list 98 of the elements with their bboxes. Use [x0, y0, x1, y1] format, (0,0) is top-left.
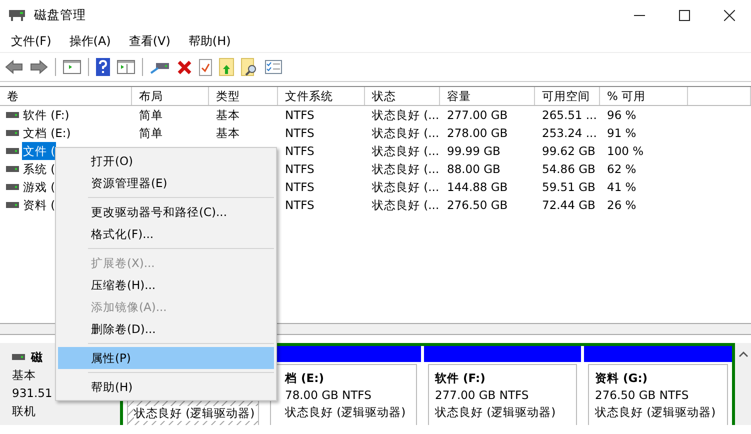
- checked-document-icon[interactable]: [199, 58, 212, 76]
- context-menu-item[interactable]: 属性(P): [58, 347, 274, 369]
- help-icon[interactable]: [96, 58, 110, 76]
- table-cell-text: 276.50 GB: [447, 197, 508, 214]
- menu-item[interactable]: 文件(F): [2, 32, 60, 50]
- partition-status: 状态良好 (逻辑驱动器): [435, 405, 557, 420]
- scrollbar[interactable]: [735, 343, 751, 425]
- disk-state: 联机: [12, 403, 36, 419]
- partition-card[interactable]: 资料 (G:) 276.50 GB NTFS 状态良好 (逻辑驱动器): [588, 364, 728, 425]
- drive-icon: [12, 354, 25, 360]
- table-cell-text: 253.24 ...: [542, 125, 597, 142]
- menu-item[interactable]: 帮助(H): [179, 32, 240, 50]
- table-cell-text: NTFS: [285, 107, 314, 124]
- column-header[interactable]: 可用空间: [535, 87, 600, 105]
- scroll-up-icon[interactable]: [738, 351, 748, 357]
- context-menu-item[interactable]: 资源管理器(E): [58, 172, 274, 194]
- table-cell-text: 72.44 GB: [542, 197, 596, 214]
- partition-status: 状态良好 (逻辑驱动器): [595, 405, 717, 420]
- partition-name: 资料 (G:): [595, 371, 649, 386]
- table-cell-text: 99.62 GB: [542, 143, 596, 160]
- window-title: 磁盘管理: [34, 6, 86, 24]
- table-cell-text: 状态良好 (...: [372, 143, 440, 160]
- table-cell-text: 简单: [139, 125, 163, 142]
- context-menu-item[interactable]: 打开(O): [58, 150, 274, 172]
- partition-name: 档 (E:): [285, 371, 325, 386]
- table-cell-text: 278.00 GB: [447, 125, 508, 142]
- drive-icon: [6, 112, 19, 118]
- table-cell-text: 88.00 GB: [447, 161, 500, 178]
- back-arrow-icon[interactable]: [5, 60, 23, 74]
- context-menu-item[interactable]: 格式化(F)...: [58, 223, 274, 245]
- volume-name[interactable]: 游戏 (: [22, 178, 56, 196]
- table-cell-text: 状态良好 (...: [372, 179, 440, 196]
- folder-search-icon[interactable]: [241, 58, 258, 76]
- column-header[interactable]: % 可用: [600, 87, 688, 105]
- table-cell-text: NTFS: [285, 197, 314, 214]
- table-cell-text: 144.88 GB: [447, 179, 508, 196]
- partition-size: 276.50 GB NTFS: [595, 388, 690, 403]
- table-cell-text: 96 %: [607, 107, 636, 124]
- table-cell-text: 54.86 GB: [542, 161, 596, 178]
- maximize-icon[interactable]: [679, 10, 690, 20]
- drive-icon: [6, 166, 19, 172]
- context-menu-item[interactable]: 删除卷(D)...: [58, 318, 274, 340]
- partition-name: 软件 (F:): [435, 371, 486, 386]
- drive-icon: [6, 202, 19, 208]
- table-cell-text: 99.99 GB: [447, 143, 500, 160]
- drive-icon: [6, 130, 19, 136]
- close-icon[interactable]: [724, 10, 735, 20]
- table-cell-text: 状态良好 (...: [372, 107, 440, 124]
- column-header[interactable]: 容量: [440, 87, 535, 105]
- menu-item[interactable]: 操作(A): [60, 32, 120, 50]
- table-cell-text: 基本: [216, 125, 240, 142]
- column-header[interactable]: 状态: [365, 87, 440, 105]
- drive-icon: [6, 148, 19, 154]
- table-cell-text: NTFS: [285, 179, 314, 196]
- table-cell-text: 状态良好 (...: [372, 125, 440, 142]
- column-header[interactable]: 文件系统: [278, 87, 365, 105]
- partition-card[interactable]: 软件 (F:) 277.00 GB NTFS 状态良好 (逻辑驱动器): [428, 364, 577, 425]
- forward-arrow-icon[interactable]: [30, 60, 48, 74]
- disk-size: 931.51: [12, 385, 52, 401]
- disk-name: 磁: [31, 349, 43, 365]
- disk-drive-icon: [8, 8, 26, 22]
- table-cell-text: 状态良好 (...: [372, 197, 440, 214]
- checklist-icon[interactable]: [265, 60, 282, 74]
- table-cell-text: 100 %: [607, 143, 644, 160]
- console-tree-icon[interactable]: [63, 59, 81, 75]
- partition-status: 状态良好 (逻辑驱动器): [134, 406, 258, 421]
- delete-icon[interactable]: [177, 60, 192, 74]
- context-menu-item[interactable]: 压缩卷(H)...: [58, 274, 274, 296]
- column-header[interactable]: 类型: [209, 87, 278, 105]
- table-cell-text: 基本: [216, 107, 240, 124]
- disk-type: 基本: [12, 367, 36, 383]
- menu-item[interactable]: 查看(V): [120, 32, 180, 50]
- show-pane-icon[interactable]: [117, 59, 135, 75]
- partition-status: 状态良好 (逻辑驱动器): [285, 405, 407, 420]
- partition-size: 78.00 GB NTFS: [285, 388, 372, 403]
- volume-name[interactable]: 系统 (: [22, 160, 56, 178]
- table-cell-text: 41 %: [607, 179, 636, 196]
- column-header[interactable]: 卷: [0, 87, 132, 105]
- table-cell-text: NTFS: [285, 125, 314, 142]
- volume-name[interactable]: 文档 (E:): [22, 124, 72, 142]
- volume-name[interactable]: 文件 (: [22, 142, 56, 160]
- volume-name[interactable]: 资料 (: [22, 196, 56, 214]
- table-cell-text: 59.51 GB: [542, 179, 596, 196]
- table-cell-text: 277.00 GB: [447, 107, 508, 124]
- table-cell-text: 62 %: [607, 161, 636, 178]
- context-menu-item[interactable]: 更改驱动器号和路径(C)...: [58, 201, 274, 223]
- table-cell-text: 26 %: [607, 197, 636, 214]
- table-cell-text: 91 %: [607, 125, 636, 142]
- table-cell-text: 265.51 ...: [542, 107, 597, 124]
- table-cell-text: 状态良好 (...: [372, 161, 440, 178]
- table-cell-text: NTFS: [285, 143, 314, 160]
- table-cell-text: NTFS: [285, 161, 314, 178]
- volume-name[interactable]: 软件 (F:): [22, 106, 70, 124]
- partition-size: 277.00 GB NTFS: [435, 388, 530, 403]
- column-header[interactable]: 布局: [132, 87, 209, 105]
- table-cell-text: 简单: [139, 107, 163, 124]
- drive-icon: [6, 184, 19, 190]
- network-drive-icon[interactable]: [150, 60, 170, 74]
